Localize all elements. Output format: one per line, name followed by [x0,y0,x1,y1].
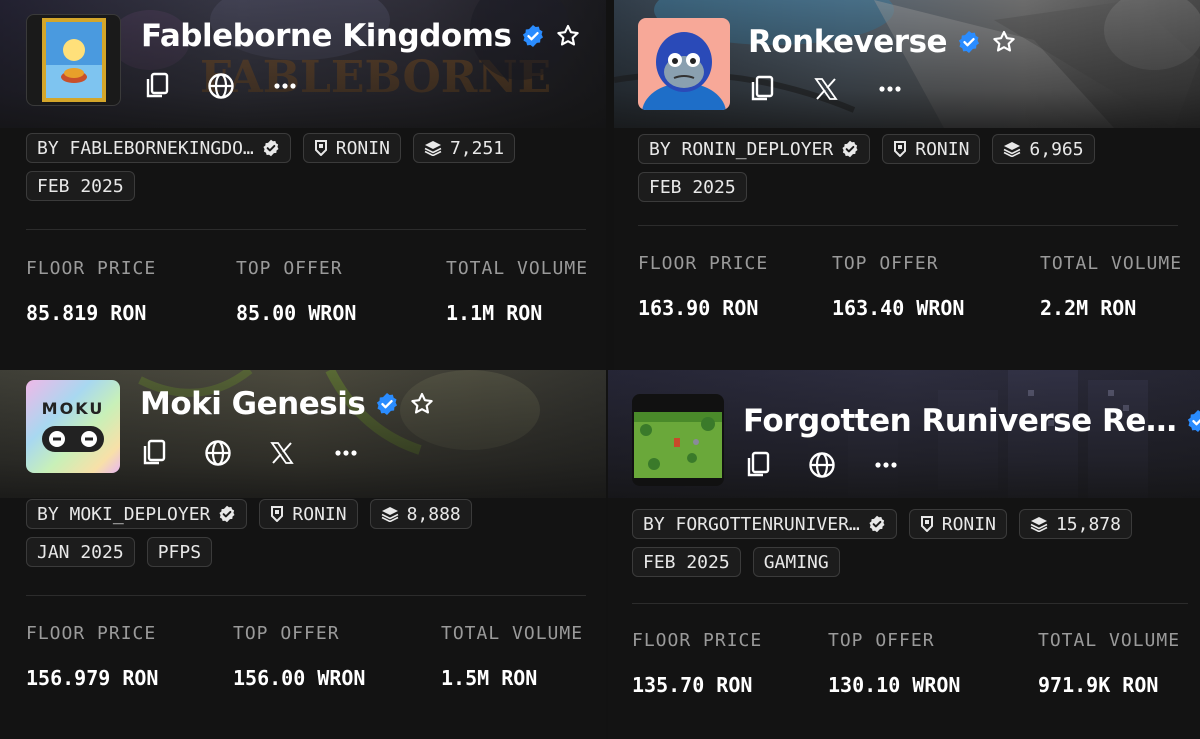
collection-title[interactable]: Ronkeverse [748,24,948,60]
chain-chip: RONIN [882,134,981,164]
verified-small-icon [869,515,885,533]
more-icon[interactable] [330,437,362,469]
copy-icon[interactable] [746,73,778,105]
chain-chip: RONIN [302,133,401,163]
top-offer-label: TOP OFFER [236,258,343,279]
total-volume-value: 2.2M RON [1040,296,1137,320]
layers-icon [1030,517,1048,532]
floor-price-label: FLOOR PRICE [26,623,157,644]
items-count-chip: 6,965 [992,134,1095,164]
layers-icon [424,141,442,156]
top-offer-value: 163.40 WRON [832,296,965,320]
creator-chip[interactable]: BY MOKI_DEPLOYER [26,499,248,529]
items-count-chip: 8,888 [369,499,472,529]
date-chip: JAN 2025 [26,537,135,567]
ronin-icon [271,506,284,522]
verified-small-icon [263,139,279,157]
verified-badge-icon [957,30,981,54]
verified-badge-icon [375,392,399,416]
verified-small-icon [842,140,858,158]
collection-thumbnail [26,14,121,106]
total-volume-label: TOTAL VOLUME [1038,630,1181,651]
copy-icon[interactable] [742,449,774,481]
total-volume-value: 1.5M RON [441,666,538,690]
collection-title[interactable]: Fableborne Kingdoms [141,18,512,54]
floor-price-value: 163.90 RON [638,296,759,320]
more-icon[interactable] [269,70,301,102]
floor-price-value: 156.979 RON [26,666,159,690]
total-volume-value: 971.9K RON [1038,673,1159,697]
x-icon[interactable] [810,73,842,105]
date-chip: FEB 2025 [632,547,741,577]
floor-price-label: FLOOR PRICE [632,630,763,651]
layers-icon [1004,142,1021,157]
top-offer-value: 130.10 WRON [828,673,961,697]
collection-thumbnail [638,18,730,110]
date-chip: FEB 2025 [26,171,135,201]
collection-thumbnail: MOKU [26,380,120,473]
category-chip[interactable]: GAMING [752,547,840,577]
date-chip: FEB 2025 [638,172,747,202]
svg-text:MOKU: MOKU [42,399,105,418]
total-volume-value: 1.1M RON [446,301,543,325]
favorite-star-icon[interactable] [409,391,435,417]
items-count-chip: 7,251 [412,133,516,163]
x-icon[interactable] [266,437,298,469]
chain-chip: RONIN [908,509,1007,539]
verified-small-icon [219,505,235,523]
creator-chip[interactable]: BY RONIN_DEPLOYER [638,134,871,164]
collection-title[interactable]: Moki Genesis [140,386,366,422]
floor-price-label: FLOOR PRICE [638,253,769,274]
verified-badge-icon [1186,409,1200,433]
total-volume-label: TOTAL VOLUME [446,258,589,279]
total-volume-label: TOTAL VOLUME [441,623,584,644]
more-icon[interactable] [874,73,906,105]
favorite-star-icon[interactable] [555,23,581,49]
globe-icon[interactable] [806,449,838,481]
category-chip[interactable]: PFPS [146,537,213,567]
top-offer-label: TOP OFFER [832,253,939,274]
floor-price-label: FLOOR PRICE [26,258,157,279]
creator-chip[interactable]: BY FORGOTTENRUNIVER… [632,509,897,539]
more-icon[interactable] [870,449,902,481]
ronin-icon [314,140,327,156]
top-offer-label: TOP OFFER [233,623,340,644]
chain-chip: RONIN [259,499,358,529]
top-offer-value: 156.00 WRON [233,666,366,690]
floor-price-value: 135.70 RON [632,673,753,697]
top-offer-value: 85.00 WRON [236,301,357,325]
floor-price-value: 85.819 RON [26,301,147,325]
ronin-icon [894,141,907,157]
top-offer-label: TOP OFFER [828,630,935,651]
creator-chip[interactable]: BY FABLEBORNEKINGDO… [26,133,291,163]
total-volume-label: TOTAL VOLUME [1040,253,1183,274]
globe-icon[interactable] [205,70,237,102]
collection-card-fableborne[interactable]: FABLEBORNE Fableborne Kingdoms BY FABLEB… [0,0,606,370]
verified-badge-icon [521,24,545,48]
ronin-icon [920,516,933,532]
layers-icon [381,507,398,522]
collection-card-ronkeverse[interactable]: Ronkeverse BY RONIN_DEPLOYER RONIN 6,965… [614,0,1200,370]
collection-card-forgotten-runiverse[interactable]: Forgotten Runiverse Re… BY FORGOTTENRUNI… [608,370,1200,739]
globe-icon[interactable] [202,437,234,469]
collection-card-moki-genesis[interactable]: MOKU Moki Genesis BY MOKI_DEPLOYER RONIN… [0,370,606,739]
collection-thumbnail [632,394,724,486]
copy-icon[interactable] [138,437,170,469]
copy-icon[interactable] [141,70,173,102]
collection-title[interactable]: Forgotten Runiverse Re… [743,403,1177,439]
favorite-star-icon[interactable] [991,29,1017,55]
items-count-chip: 15,878 [1018,509,1132,539]
